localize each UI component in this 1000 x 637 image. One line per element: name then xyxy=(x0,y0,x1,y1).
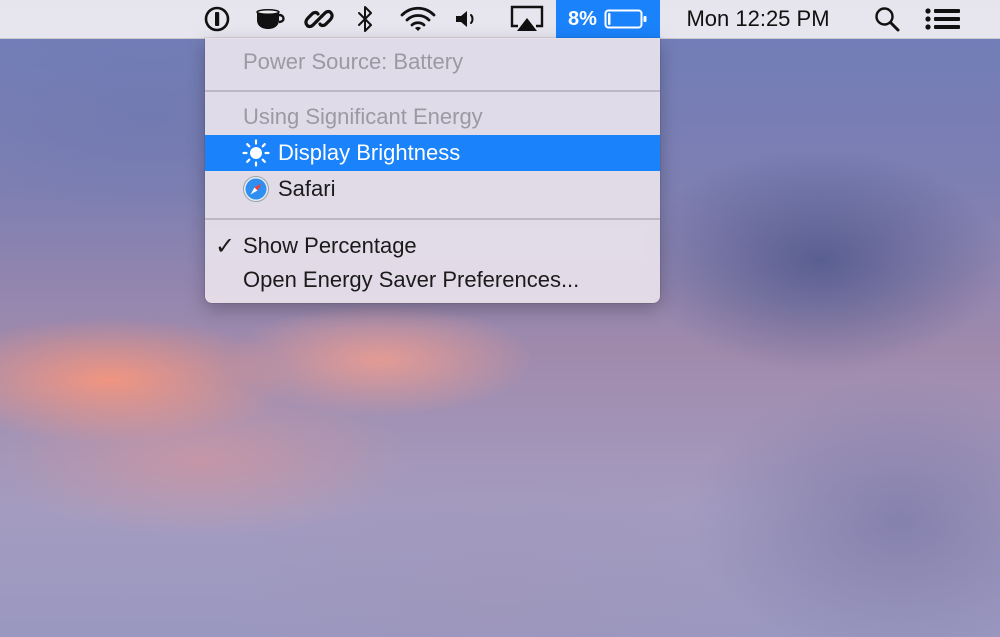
display-brightness-label: Display Brightness xyxy=(278,140,461,165)
link-icon[interactable] xyxy=(303,0,335,38)
energy-saver-prefs-label: Open Energy Saver Preferences... xyxy=(243,267,580,292)
checkmark-icon: ✓ xyxy=(215,232,236,260)
menu-separator xyxy=(205,90,660,92)
power-source-row: Power Source: Battery xyxy=(205,44,660,80)
menubar-clock[interactable]: Mon 12:25 PM xyxy=(672,0,844,38)
show-percentage-label: Show Percentage xyxy=(243,233,417,258)
safari-label: Safari xyxy=(278,176,336,201)
battery-percent-label: 8% xyxy=(568,7,597,30)
spotlight-search-icon[interactable] xyxy=(872,0,902,38)
energy-header-label: Using Significant Energy xyxy=(243,104,483,129)
menu-item-show-percentage[interactable]: ✓ Show Percentage xyxy=(205,228,660,264)
wifi-icon[interactable] xyxy=(397,0,439,38)
notification-center-icon[interactable] xyxy=(924,0,962,38)
menu-item-safari[interactable]: Safari xyxy=(205,171,660,207)
menu-item-energy-saver-prefs[interactable]: Open Energy Saver Preferences... xyxy=(205,262,660,298)
safari-icon xyxy=(242,175,270,203)
menu-separator xyxy=(205,218,660,220)
brightness-icon xyxy=(242,139,270,167)
energy-header-row: Using Significant Energy xyxy=(205,99,660,135)
1password-icon[interactable] xyxy=(202,0,232,38)
bluetooth-icon[interactable] xyxy=(353,0,377,38)
menu-bar: 8% Mon 12:25 PM xyxy=(0,0,1000,39)
power-source-label: Power Source: Battery xyxy=(243,49,464,74)
airplay-icon[interactable] xyxy=(506,0,548,38)
volume-icon[interactable] xyxy=(451,0,483,38)
caffeine-cup-icon[interactable] xyxy=(252,0,290,38)
battery-dropdown-menu: Power Source: Battery Using Significant … xyxy=(205,38,660,303)
battery-icon xyxy=(604,9,647,29)
menu-item-display-brightness[interactable]: Display Brightness xyxy=(205,135,660,171)
battery-status-item[interactable]: 8% xyxy=(556,0,660,38)
